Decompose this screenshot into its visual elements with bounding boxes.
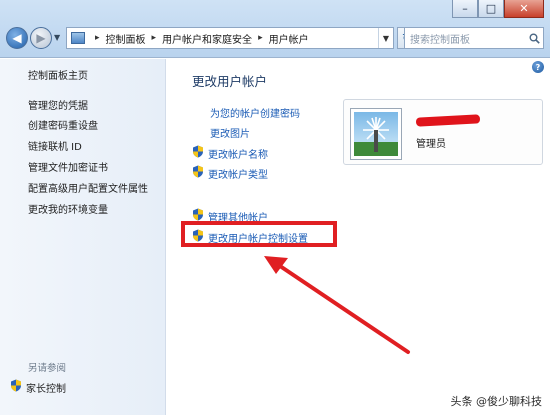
address-dropdown[interactable]: ▼ (377, 28, 393, 48)
window-controls: – □ ✕ (452, 0, 544, 18)
breadcrumb-control-panel[interactable]: 控制面板 (106, 31, 146, 46)
uac-shield-icon (192, 145, 204, 161)
minimize-button[interactable]: – (452, 0, 478, 18)
arrow-right-icon: ▶ (36, 31, 46, 45)
redacted-account-name (415, 114, 481, 127)
change-account-type-label: 更改帐户类型 (208, 169, 268, 181)
main-content: ? 更改用户帐户 为您的帐户创建密码 更改图片 更改帐户名称 更改帐户类型 管理… (167, 59, 550, 415)
arrow-left-icon: ◀ (12, 31, 22, 45)
sidebar: 控制面板主页 管理您的凭据 创建密码重设盘 链接联机 ID 管理文件加密证书 配… (0, 59, 166, 415)
control-panel-icon (71, 32, 85, 44)
chevron-down-icon: ▼ (382, 33, 389, 43)
recent-pages-dropdown[interactable]: ▼ (54, 33, 60, 42)
user-picture (354, 112, 398, 156)
avatar[interactable] (350, 108, 402, 160)
address-bar[interactable]: ▸ 控制面板 ▸ 用户帐户和家庭安全 ▸ 用户帐户 ▼ (66, 27, 394, 49)
breadcrumb-user-accounts-family[interactable]: 用户帐户和家庭安全 (162, 31, 252, 46)
breadcrumb-separator: ▸ (95, 33, 100, 43)
create-password-link[interactable]: 为您的帐户创建密码 (210, 105, 300, 120)
forward-button[interactable]: ▶ (30, 27, 52, 49)
breadcrumb-separator: ▸ (151, 33, 157, 43)
account-role: 管理员 (416, 139, 446, 150)
watermark: 头条 @俊少聊科技 (450, 395, 543, 408)
change-account-name-link[interactable]: 更改帐户名称 (192, 145, 268, 161)
breadcrumb-separator: ▸ (258, 33, 263, 43)
change-picture-label: 更改图片 (210, 129, 250, 140)
search-input[interactable]: 搜索控制面板 (410, 31, 470, 46)
family-safety-label: 家长控制 (26, 383, 66, 395)
sidebar-item-manage-credentials[interactable]: 管理您的凭据 (28, 97, 88, 112)
page-title: 更改用户帐户 (192, 74, 268, 89)
sidebar-item-password-reset-disk[interactable]: 创建密码重设盘 (28, 117, 98, 132)
search-icon[interactable] (525, 33, 543, 44)
change-picture-link[interactable]: 更改图片 (210, 125, 250, 140)
change-account-name-label: 更改帐户名称 (208, 149, 268, 161)
search-box[interactable]: 搜索控制面板 (404, 27, 544, 49)
window-titlebar: – □ ✕ ◀ ▶ ▼ ▸ 控制面板 ▸ 用户帐户和家庭安全 ▸ 用户帐户 ▼ … (0, 0, 550, 58)
sidebar-item-advanced-profile[interactable]: 配置高级用户配置文件属性 (28, 180, 148, 195)
create-password-label: 为您的帐户创建密码 (210, 109, 300, 120)
breadcrumb-user-accounts[interactable]: 用户帐户 (269, 31, 309, 46)
sidebar-item-environment-variables[interactable]: 更改我的环境变量 (28, 201, 108, 216)
change-account-type-link[interactable]: 更改帐户类型 (192, 165, 268, 181)
see-also-label: 另请参阅 (28, 363, 67, 374)
sidebar-item-family-safety[interactable]: 家长控制 (10, 379, 66, 395)
sidebar-item-encryption-certificates[interactable]: 管理文件加密证书 (28, 159, 108, 174)
sidebar-item-link-online-id[interactable]: 链接联机 ID (28, 138, 82, 153)
maximize-button[interactable]: □ (478, 0, 504, 18)
help-icon[interactable]: ? (532, 61, 544, 73)
back-button[interactable]: ◀ (6, 27, 28, 49)
close-button[interactable]: ✕ (504, 0, 544, 18)
uac-shield-icon (10, 379, 22, 395)
chevron-down-icon: ▼ (54, 33, 61, 42)
sidebar-item-control-panel-home[interactable]: 控制面板主页 (28, 67, 88, 82)
account-card: 管理员 (343, 99, 543, 165)
uac-shield-icon (192, 165, 204, 181)
highlight-box (181, 221, 337, 247)
